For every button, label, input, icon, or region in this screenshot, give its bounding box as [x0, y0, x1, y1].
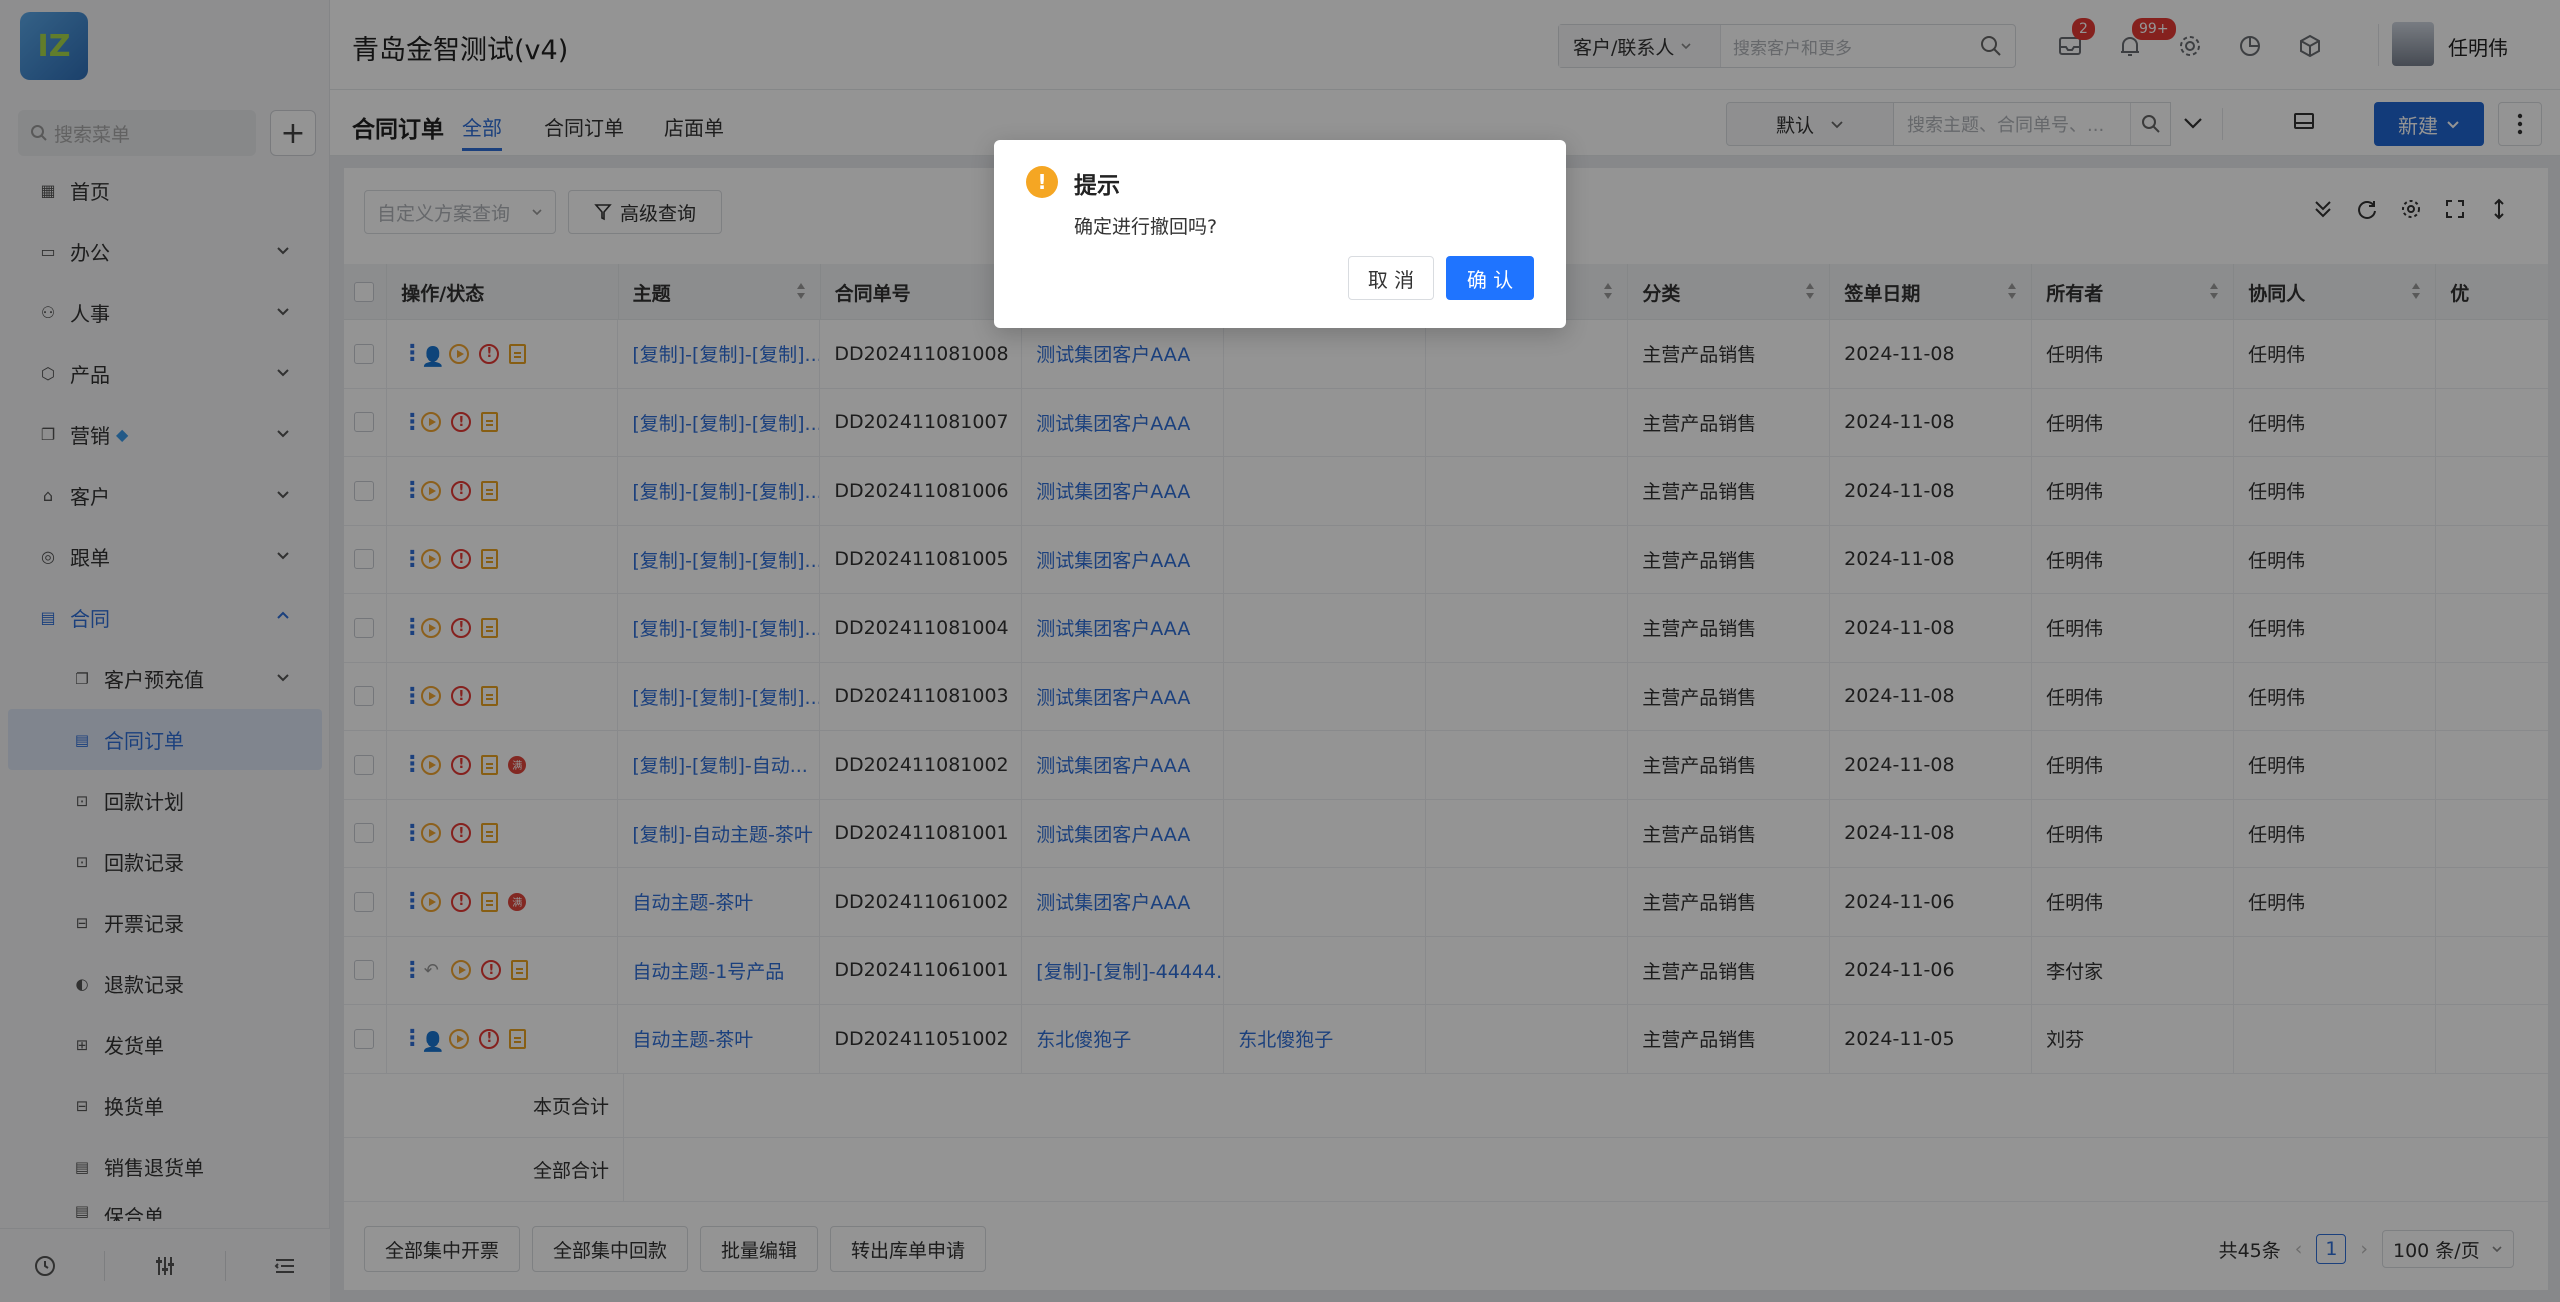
confirm-dialog: ! 提示 确定进行撤回吗? 取 消 确 认	[994, 140, 1566, 328]
confirm-button[interactable]: 确 认	[1446, 256, 1534, 300]
cancel-button[interactable]: 取 消	[1348, 256, 1434, 300]
dialog-title: 提示	[1074, 173, 1120, 199]
warning-icon: !	[1026, 166, 1058, 198]
dialog-message: 确定进行撤回吗?	[1074, 216, 1218, 238]
